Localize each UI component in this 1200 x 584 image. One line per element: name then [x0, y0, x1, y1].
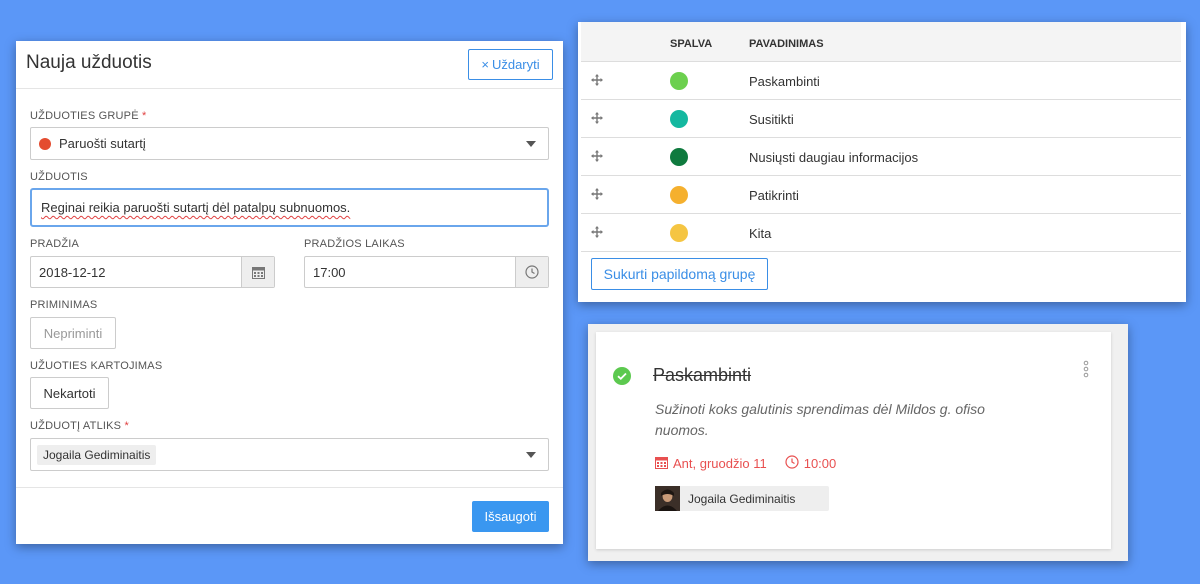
- clock-icon[interactable]: [515, 257, 548, 287]
- group-select-value: Paruošti sutartį: [59, 136, 146, 151]
- close-button[interactable]: × Uždaryti: [468, 49, 553, 80]
- group-row[interactable]: Patikrinti: [581, 176, 1181, 214]
- start-time-value: 17:00: [313, 264, 346, 280]
- group-name: Susitikti: [749, 112, 794, 127]
- group-row[interactable]: Kita: [581, 214, 1181, 252]
- task-input-value: Reginai reikia paruošti sutartį dėl pata…: [41, 200, 351, 215]
- group-select[interactable]: Paruošti sutartį: [30, 127, 549, 160]
- calendar-icon[interactable]: [241, 257, 274, 287]
- add-group-button[interactable]: Sukurti papildomą grupę: [591, 258, 768, 290]
- avatar: [655, 486, 680, 511]
- column-name: PAVADINIMAS: [749, 38, 824, 50]
- chevron-down-icon: [526, 452, 536, 458]
- task-groups-panel: SPALVA PAVADINIMAS Paskambinti Susitikti N…: [578, 22, 1186, 302]
- clock-icon: [785, 455, 804, 472]
- assignee-label: UŽDUOTĮ ATLIKS *: [30, 420, 129, 432]
- groups-table-header: SPALVA PAVADINIMAS: [581, 22, 1181, 62]
- save-button[interactable]: Išsaugoti: [472, 501, 549, 532]
- close-icon: ×: [481, 57, 489, 72]
- start-time-label: PRADŽIOS LAIKAS: [304, 238, 405, 250]
- task-date-text: Ant, gruodžio 11: [673, 456, 767, 471]
- modal-title: Nauja užduotis: [26, 52, 152, 73]
- task-card-panel: Paskambinti Sužinoti koks galutinis spre…: [588, 324, 1128, 561]
- chevron-down-icon: [526, 141, 536, 147]
- modal-footer: Išsaugoti: [16, 487, 563, 544]
- more-options-icon[interactable]: [1083, 360, 1089, 378]
- start-date-value: 2018-12-12: [39, 264, 106, 280]
- task-description: Sužinoti koks galutinis sprendimas dėl M…: [655, 401, 985, 438]
- close-label: Uždaryti: [491, 57, 540, 72]
- task-time-text: 10:00: [803, 456, 837, 471]
- group-color-dot: [670, 224, 688, 242]
- task-date: Ant, gruodžio 11: [655, 456, 767, 472]
- group-color-dot: [670, 148, 688, 166]
- task-input[interactable]: Reginai reikia paruošti sutartį dėl pata…: [30, 188, 549, 227]
- group-color-dot: [670, 72, 688, 90]
- task-label: UŽDUOTIS: [30, 171, 88, 183]
- move-icon[interactable]: [591, 187, 603, 200]
- group-row[interactable]: Susitikti: [581, 100, 1181, 138]
- assignee-name: Jogaila Gediminaitis: [688, 491, 796, 506]
- start-date-field[interactable]: 2018-12-12: [30, 256, 275, 288]
- task-meta: Ant, gruodžio 11 10:00: [655, 455, 854, 472]
- group-name: Patikrinti: [749, 188, 799, 203]
- group-label: UŽDUOTIES GRUPĖ *: [30, 110, 147, 122]
- move-icon[interactable]: [591, 73, 603, 86]
- reminder-label: PRIMINIMAS: [30, 299, 98, 311]
- move-icon[interactable]: [591, 149, 603, 162]
- column-color: SPALVA: [670, 38, 713, 50]
- task-title: Paskambinti: [653, 365, 752, 385]
- group-color-dot: [670, 186, 688, 204]
- assignee-chip: Jogaila Gediminaitis: [37, 444, 157, 465]
- assignee-select[interactable]: Jogaila Gediminaitis: [30, 438, 549, 471]
- move-icon[interactable]: [591, 225, 603, 238]
- task-card[interactable]: Paskambinti Sužinoti koks galutinis spre…: [596, 332, 1111, 549]
- reminder-button[interactable]: Nepriminti: [30, 317, 116, 349]
- new-task-modal: Nauja užduotis × Uždaryti UŽDUOTIES GRUP…: [16, 41, 563, 544]
- start-time-field[interactable]: 17:00: [304, 256, 549, 288]
- assignee-chip: Jogaila Gediminaitis: [655, 486, 829, 511]
- group-row[interactable]: Nusiųsti daugiau informacijos: [581, 138, 1181, 176]
- group-name: Paskambinti: [749, 74, 820, 89]
- groups-table: SPALVA PAVADINIMAS Paskambinti Susitikti N…: [581, 22, 1181, 252]
- group-row[interactable]: Paskambinti: [581, 62, 1181, 100]
- group-name: Kita: [749, 226, 772, 241]
- start-label: PRADŽIA: [30, 238, 80, 250]
- calendar-icon: [655, 456, 673, 472]
- repeat-label: UŽUOTIES KARTOJIMAS: [30, 360, 163, 372]
- modal-header: Nauja užduotis × Uždaryti: [16, 41, 563, 89]
- repeat-button[interactable]: Nekartoti: [30, 377, 109, 409]
- move-icon[interactable]: [591, 111, 603, 124]
- group-name: Nusiųsti daugiau informacijos: [749, 150, 919, 165]
- check-circle-icon[interactable]: [613, 367, 631, 385]
- group-color-dot: [670, 110, 688, 128]
- group-color-dot: [39, 137, 51, 150]
- task-time: 10:00: [785, 455, 837, 472]
